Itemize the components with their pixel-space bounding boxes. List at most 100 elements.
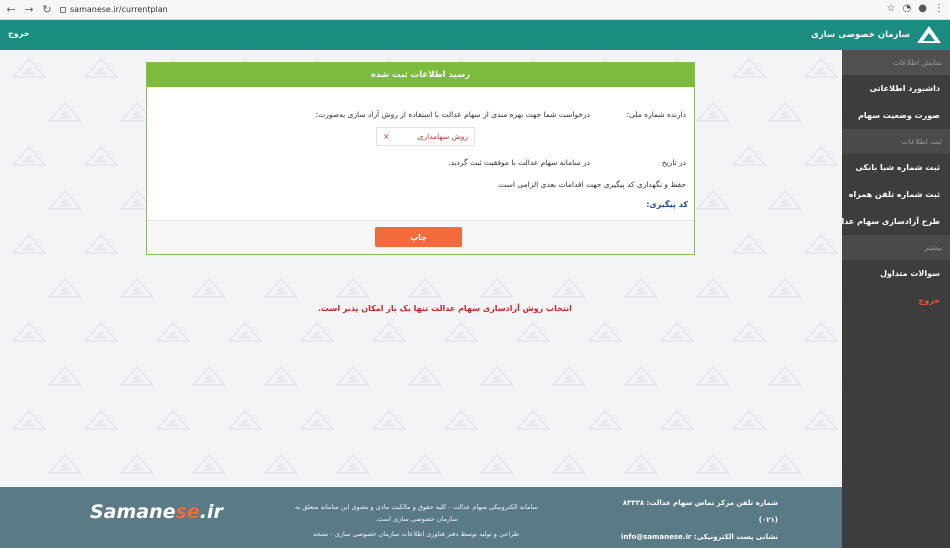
url-text: samanese.ir/currentplan: [70, 5, 168, 14]
sidebar-heading-display: نمایش اطلاعات: [842, 50, 950, 75]
watermark-logo-icon: [443, 409, 479, 430]
watermark-logo-icon: [767, 453, 803, 474]
watermark-logo-icon: [551, 277, 587, 298]
watermark-logo-icon: [803, 57, 839, 78]
watermark-logo-icon: [263, 277, 299, 298]
watermark-logo-icon: [623, 277, 659, 298]
watermark-logo-icon: [47, 101, 83, 122]
watermark-logo-icon: [83, 57, 119, 78]
watermark-logo-icon: [263, 365, 299, 386]
remove-icon[interactable]: ×: [383, 132, 390, 141]
profile-icon[interactable]: ●: [918, 3, 927, 14]
watermark-logo-icon: [371, 321, 407, 342]
reload-icon[interactable]: ↻: [40, 3, 54, 17]
watermark-logo-icon: [299, 409, 335, 430]
watermark-logo-icon: [335, 453, 371, 474]
watermark-logo-icon: [731, 409, 767, 430]
extension-icon[interactable]: ◔: [903, 3, 912, 14]
watermark-logo-icon: [659, 409, 695, 430]
watermark-logo-icon: [407, 365, 443, 386]
watermark-logo-icon: [11, 409, 47, 430]
watermark-logo-icon: [803, 409, 839, 430]
watermark-logo-icon: [47, 365, 83, 386]
watermark-logo-icon: [47, 189, 83, 210]
receipt-footer: چاپ: [147, 220, 694, 254]
watermark-logo-icon: [587, 409, 623, 430]
star-icon[interactable]: ☆: [887, 3, 896, 14]
forward-arrow-icon[interactable]: →: [22, 3, 36, 17]
footer-phone: شماره تلفن مرکز تماس سهام عدالت: ۸۳۳۳۸ (…: [622, 499, 778, 524]
watermark-logo-icon: [839, 454, 842, 474]
watermark-logo-icon: [407, 453, 443, 474]
brand-name: سازمان خصوصی سازی: [811, 30, 910, 40]
address-bar[interactable]: samanese.ir/currentplan: [60, 5, 168, 14]
watermark-logo-icon: [83, 145, 119, 166]
watermark-logo-icon: [515, 409, 551, 430]
watermark-logo-icon: [515, 321, 551, 342]
browser-toolbar: ← → ↻ samanese.ir/currentplan ☆ ◔ ● ⋮: [0, 0, 950, 20]
watermark-logo-icon: [335, 277, 371, 298]
watermark-logo-icon: [227, 409, 263, 430]
watermark-logo-icon: [11, 145, 47, 166]
watermark-logo-icon: [83, 321, 119, 342]
sidebar-heading-more: بیشتر: [842, 235, 950, 260]
watermark-logo-icon: [767, 189, 803, 210]
sidebar-item-exit[interactable]: خروج: [842, 287, 950, 314]
watermark-logo-icon: [695, 365, 731, 386]
footer-logo: Samanese.ir: [90, 501, 223, 523]
watermark-logo-icon: [155, 321, 191, 342]
watermark-logo-icon: [119, 453, 155, 474]
sidebar-heading-register: ثبت اطلاعات: [842, 129, 950, 154]
watermark-logo-icon: [191, 277, 227, 298]
watermark-logo-icon: [551, 365, 587, 386]
watermark-logo-icon: [479, 365, 515, 386]
watermark-logo-icon: [731, 145, 767, 166]
menu-icon[interactable]: ⋮: [934, 3, 944, 14]
watermark-logo-icon: [839, 102, 842, 122]
footer-contact: شماره تلفن مرکز تماس سهام عدالت: ۸۳۳۳۸ (…: [608, 495, 778, 546]
watermark-logo-icon: [443, 321, 479, 342]
watermark-logo-icon: [839, 190, 842, 210]
watermark-logo-icon: [803, 145, 839, 166]
keep-code-text: حفظ و نگهداری کد پیگیری جهت اقدامات بعدی…: [496, 180, 686, 189]
watermark-logo-icon: [47, 453, 83, 474]
request-text: درخواست شما جهت بهره مندی از سهام عدالت …: [315, 110, 590, 119]
watermark-logo-icon: [191, 453, 227, 474]
sidebar-item-sheba[interactable]: ثبت شماره شبا بانکی: [842, 154, 950, 181]
watermark-logo-icon: [11, 233, 47, 254]
sidebar-item-mobile[interactable]: ثبت شماره تلفن همراه: [842, 181, 950, 208]
watermark-logo-icon: [119, 277, 155, 298]
site-footer: Samanese.ir سامانه الکترونیکی سهام عدالت…: [0, 487, 842, 548]
footer-email[interactable]: نشانی پست الکترونیکی: info@samanese.ir: [608, 529, 778, 546]
watermark-logo-icon: [263, 453, 299, 474]
watermark-logo-icon: [47, 277, 83, 298]
watermark-logo-icon: [767, 101, 803, 122]
method-select[interactable]: روش سهامداری ×: [376, 127, 475, 146]
watermark-logo-icon: [803, 321, 839, 342]
watermark-logo-icon: [767, 365, 803, 386]
watermark-logo-icon: [83, 409, 119, 430]
logout-link[interactable]: خروج: [8, 29, 29, 38]
watermark-logo-icon: [335, 365, 371, 386]
sidebar-item-faq[interactable]: سوالات متداول: [842, 260, 950, 287]
watermark-logo-icon: [659, 321, 695, 342]
lock-icon: [60, 6, 66, 13]
brand[interactable]: سازمان خصوصی سازی: [811, 25, 942, 45]
watermark-logo-icon: [83, 233, 119, 254]
registered-text: در سامانه سهام عدالت با موفقیت ثبت گردید…: [448, 158, 590, 167]
sidebar-item-dashboard[interactable]: داشبورد اطلاعاتی: [842, 75, 950, 102]
watermark-logo-icon: [11, 57, 47, 78]
watermark-logo-icon: [731, 233, 767, 254]
print-button[interactable]: چاپ: [375, 227, 462, 247]
watermark-logo-icon: [695, 101, 731, 122]
main-content: رسید اطلاعات ثبت شده دارنده شماره ملی: د…: [0, 50, 842, 487]
receipt-title: رسید اطلاعات ثبت شده: [147, 63, 694, 87]
sidebar-item-share-status[interactable]: صورت وضعیت سهام: [842, 102, 950, 129]
date-label: در تاریخ: [661, 158, 686, 167]
watermark-logo-icon: [479, 453, 515, 474]
sidebar-item-release-plan[interactable]: طرح آزادسازی سهام عدالت: [830, 208, 950, 235]
watermark-logo-icon: [839, 278, 842, 298]
watermark-logo-icon: [839, 366, 842, 386]
back-arrow-icon[interactable]: ←: [4, 3, 18, 17]
holder-label: دارنده شماره ملی:: [626, 110, 686, 119]
